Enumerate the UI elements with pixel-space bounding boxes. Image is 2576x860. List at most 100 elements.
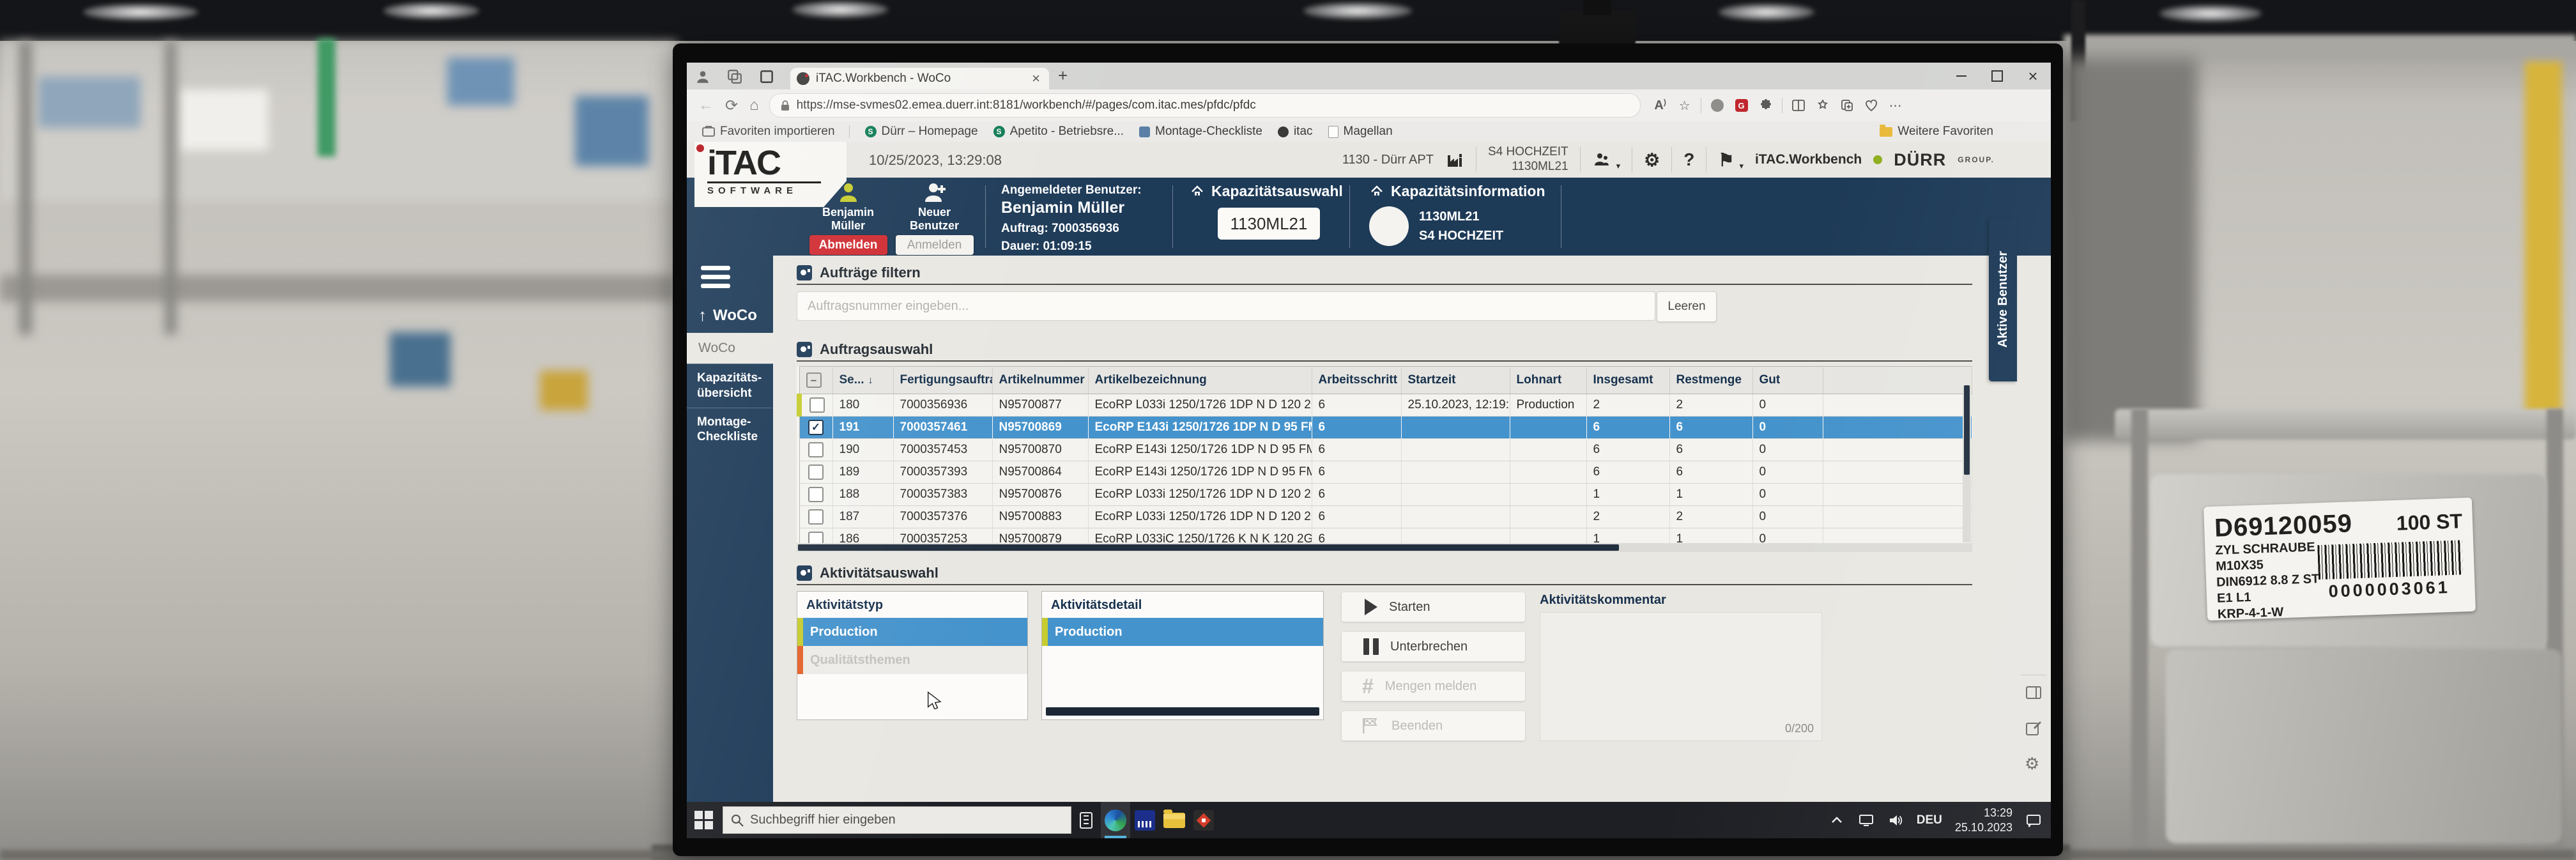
settings-more-icon[interactable]: ⋯ — [1885, 95, 1906, 116]
sidebar-item-montage-checkliste[interactable]: Montage-Checkliste — [687, 408, 772, 452]
tab-close-icon[interactable]: × — [1029, 70, 1043, 87]
file-explorer-icon[interactable] — [1160, 802, 1189, 838]
collections-icon[interactable] — [1812, 95, 1834, 116]
active-users-tab[interactable]: Aktive Benutzer — [1989, 218, 2017, 381]
favorite-magellan[interactable]: Magellan — [1328, 125, 1393, 139]
activity-detail-production[interactable]: Production — [1042, 618, 1323, 646]
order-row[interactable]: 1877000357376N95700883EcoRP L033i 1250/1… — [799, 506, 1972, 528]
column-header[interactable]: Lohnart — [1510, 367, 1586, 394]
table-horizontal-scrollbar[interactable] — [797, 543, 1972, 552]
order-cell — [1401, 439, 1510, 461]
order-cell — [1510, 417, 1586, 439]
row-checkbox[interactable]: ✓ — [808, 420, 824, 435]
menu-hamburger-icon[interactable] — [701, 266, 730, 288]
lock-icon — [780, 100, 790, 111]
order-row[interactable]: ✓1917000357461N95700869EcoRP E143i 1250/… — [799, 417, 1972, 439]
compose-icon[interactable] — [2025, 719, 2043, 737]
column-header[interactable]: Artikelbezeichnung — [1088, 367, 1312, 394]
tray-display-icon[interactable] — [1858, 812, 1874, 829]
rail-settings-gear-icon[interactable]: ⚙ — [2025, 754, 2043, 772]
refresh-icon[interactable]: ⟳ — [725, 96, 738, 115]
activity-type-production[interactable]: Production — [797, 618, 1027, 646]
sidebar-root-woco[interactable]: ↑ WoCo — [687, 293, 773, 333]
settings-gear-icon[interactable]: ⚙ — [1644, 150, 1660, 171]
extension-red-icon[interactable]: G — [1731, 95, 1752, 116]
window-close-button[interactable]: × — [2015, 63, 2051, 89]
table-vertical-scrollbar[interactable] — [1963, 385, 1971, 542]
favorites-import[interactable]: Favoriten importieren — [702, 125, 835, 139]
taskbar-clock[interactable]: 13:29 25.10.2023 — [1955, 806, 2012, 834]
home-icon[interactable]: ⌂ — [749, 96, 759, 114]
split-screen-icon[interactable] — [1788, 95, 1809, 116]
address-bar[interactable]: https://mse-svmes02.emea.duerr.int:8181/… — [769, 93, 1641, 118]
notification-center-icon[interactable] — [2025, 812, 2042, 829]
report-quantities-button[interactable]: # Mengen melden — [1342, 672, 1525, 701]
column-header[interactable]: Restmenge — [1669, 367, 1752, 394]
tab-actions-icon[interactable] — [758, 68, 775, 85]
column-header[interactable]: Insgesamt — [1586, 367, 1669, 394]
favorite-apetito[interactable]: S Apetito - Betriebsre... — [993, 125, 1124, 139]
extension-gray-icon[interactable] — [1706, 95, 1728, 116]
browser-tab[interactable]: iTAC.Workbench - WoCo × — [790, 68, 1049, 89]
select-all-checkbox[interactable]: – — [799, 367, 832, 394]
blue-app-icon[interactable] — [1130, 802, 1160, 838]
browser-essentials-icon[interactable] — [1860, 95, 1882, 116]
edge-taskbar-icon[interactable] — [1101, 802, 1130, 838]
tray-chevron-up-icon[interactable] — [1828, 812, 1845, 829]
order-row[interactable]: 1907000357453N95700870EcoRP E143i 1250/1… — [799, 439, 1972, 461]
activity-comment-input[interactable] — [1540, 613, 1821, 741]
favorite-montage-checkliste[interactable]: Montage-Checkliste — [1139, 125, 1262, 139]
taskbar-search[interactable]: Suchbegriff hier eingeben — [723, 806, 1071, 834]
column-header[interactable]: Gut — [1752, 367, 1823, 394]
row-checkbox[interactable] — [808, 465, 824, 480]
interrupt-button[interactable]: Unterbrechen — [1342, 632, 1525, 661]
favorite-duerr-homepage[interactable]: S Dürr – Homepage — [865, 125, 978, 139]
column-header[interactable]: Fertigungsauftrag — [893, 367, 992, 394]
row-checkbox-cell — [799, 461, 832, 484]
tray-speaker-icon[interactable] — [1887, 812, 1904, 829]
order-row[interactable]: 1807000356936N95700877EcoRP L033i 1250/1… — [799, 394, 1972, 417]
column-header[interactable]: Arbeitsschritt — [1312, 367, 1401, 394]
order-cell: 6 — [1669, 461, 1752, 484]
read-aloud-icon[interactable]: A) — [1650, 95, 1671, 116]
task-view-icon[interactable] — [1071, 802, 1101, 838]
finish-button[interactable]: Beenden — [1342, 711, 1525, 741]
workspaces-icon[interactable] — [726, 68, 743, 85]
more-favorites[interactable]: Weitere Favoriten — [1880, 125, 1993, 139]
clear-filter-button[interactable]: Leeren — [1657, 291, 1717, 322]
sidebar-panel-icon[interactable] — [2025, 684, 2043, 702]
flag-icon[interactable]: ⚑ — [1718, 150, 1734, 171]
favorite-itac[interactable]: itac — [1278, 125, 1313, 139]
copy-page-icon[interactable] — [1836, 95, 1858, 116]
red-app-icon[interactable] — [1189, 802, 1218, 838]
column-header[interactable]: Se...↓ — [832, 367, 893, 394]
favorite-star-icon[interactable]: ☆ — [1674, 95, 1696, 116]
help-icon[interactable]: ? — [1683, 150, 1694, 170]
order-filter-input[interactable] — [797, 291, 1655, 321]
window-minimize-button[interactable] — [1943, 63, 1979, 89]
row-checkbox[interactable] — [809, 397, 825, 413]
language-indicator[interactable]: DEU — [1917, 813, 1942, 827]
start-button[interactable] — [694, 811, 714, 830]
order-row[interactable]: 1897000357393N95700864EcoRP E143i 1250/1… — [799, 461, 1972, 484]
detail-scrollbar[interactable] — [1046, 707, 1319, 716]
order-row[interactable]: 1887000357383N95700876EcoRP L033i 1250/1… — [799, 484, 1972, 506]
capacity-select-button[interactable]: 1130ML21 — [1218, 208, 1320, 240]
sidebar-item-woco-active[interactable]: WoCo — [687, 333, 773, 364]
profile-icon[interactable] — [694, 68, 711, 85]
new-tab-button[interactable]: + — [1058, 66, 1068, 86]
activity-type-qualitaetsthemen[interactable]: Qualitätsthemen — [797, 646, 1027, 674]
start-button[interactable]: Starten — [1342, 592, 1525, 622]
users-menu-icon[interactable] — [1592, 150, 1611, 169]
row-checkbox[interactable] — [808, 509, 824, 525]
window-restore-button[interactable] — [1979, 63, 2015, 89]
back-icon[interactable]: ← — [698, 96, 714, 114]
column-header[interactable]: Startzeit — [1401, 367, 1510, 394]
sidebar-item-kapazitaetsuebersicht[interactable]: Kapazitäts-übersicht — [687, 364, 772, 408]
login-button[interactable]: Anmelden — [896, 235, 974, 255]
extensions-puzzle-icon[interactable] — [1755, 95, 1777, 116]
row-checkbox[interactable] — [808, 442, 824, 457]
row-checkbox[interactable] — [808, 487, 824, 502]
logout-button[interactable]: Abmelden — [809, 235, 887, 255]
column-header[interactable]: Artikelnummer — [992, 367, 1088, 394]
